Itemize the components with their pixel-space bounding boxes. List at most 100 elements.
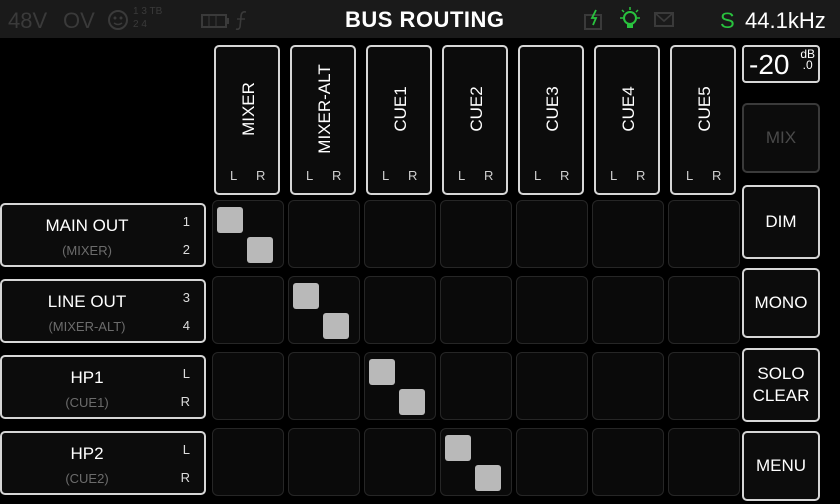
row-source: (MIXER) [62,243,112,258]
page-title: BUS ROUTING [345,7,505,32]
routing-cell[interactable] [288,276,360,344]
column-right-label: R [484,168,494,183]
routing-cell[interactable] [364,276,436,344]
column-left-label: L [610,168,618,183]
routing-cell[interactable] [440,428,512,496]
mono-button[interactable]: MONO [742,268,820,338]
routing-cell[interactable] [364,200,436,268]
column-name: CUE3 [543,86,562,132]
row-channel-1: 3 [182,290,190,305]
overload-indicator: OV [63,8,95,33]
column-right-label: R [636,168,646,183]
routing-cell[interactable] [212,276,284,344]
status-bar: 48V OV 1 3 TB 2 4 BUS ROUTING S 44.1kHz [0,0,840,38]
row-name: LINE OUT [47,292,127,311]
phantom-power-indicator: 48V [8,8,48,33]
row-channel-2: R [180,394,190,409]
column-left-label: L [382,168,390,183]
row-source: (CUE2) [65,471,109,486]
column-name: CUE1 [391,86,410,132]
row-header-hp2[interactable]: HP2 (CUE2) L R [0,431,206,495]
column-header-cue5[interactable]: CUE5 L R [670,45,736,195]
column-name: MIXER [239,82,258,136]
row-header-main-out[interactable]: MAIN OUT (MIXER) 1 2 [0,203,206,267]
input-link-icon [107,9,129,36]
row-header-hp1[interactable]: HP1 (CUE1) L R [0,355,206,419]
row-source: (CUE1) [65,395,109,410]
column-left-label: L [230,168,238,183]
routing-cell[interactable] [668,200,740,268]
routing-cell[interactable] [516,352,588,420]
routing-cell[interactable] [516,428,588,496]
routing-cell[interactable] [288,352,360,420]
lightbulb-icon [618,6,642,37]
battery-icon [200,9,230,36]
route-point-left [217,207,243,233]
power-charging-icon [583,9,605,36]
row-channel-1: L [182,366,190,381]
routing-cell[interactable] [668,352,740,420]
column-name: CUE4 [619,86,638,132]
menu-button[interactable]: MENU [742,431,820,501]
input-channels-top: 1 3 TB [133,6,163,17]
column-left-label: L [686,168,694,183]
routing-cell[interactable] [592,428,664,496]
route-point-right [247,237,273,263]
column-right-label: R [712,168,722,183]
mail-icon [653,9,675,34]
routing-cell[interactable] [516,276,588,344]
routing-cell[interactable] [592,352,664,420]
row-name: HP1 [70,368,104,387]
row-name: MAIN OUT [45,216,129,235]
level-unit: dB .0 [800,47,815,72]
column-header-cue2[interactable]: CUE2 L R [442,45,508,195]
routing-cell[interactable] [668,428,740,496]
row-header-line-out[interactable]: LINE OUT (MIXER-ALT) 3 4 [0,279,206,343]
dim-button[interactable]: DIM [742,185,820,259]
input-channels-bottom: 2 4 [133,19,147,30]
routing-cell[interactable] [364,352,436,420]
routing-cell[interactable] [592,200,664,268]
routing-cell[interactable] [592,276,664,344]
function-icon [234,9,250,36]
row-channel-2: R [180,470,190,485]
routing-cell[interactable] [288,428,360,496]
row-source: (MIXER-ALT) [48,319,126,334]
column-left-label: L [458,168,466,183]
column-right-label: R [408,168,418,183]
row-channel-2: 4 [182,318,190,333]
route-point-left [293,283,319,309]
column-right-label: R [560,168,570,183]
column-header-mixer-alt[interactable]: MIXER-ALT L R [290,45,356,195]
routing-cell[interactable] [212,428,284,496]
routing-cell[interactable] [440,200,512,268]
routing-cell[interactable] [364,428,436,496]
routing-cell[interactable] [668,276,740,344]
mix-button[interactable]: MIX [742,103,820,173]
column-header-cue3[interactable]: CUE3 L R [518,45,584,195]
solo-clear-label-2: CLEAR [752,386,810,405]
row-channel-2: 2 [182,242,190,257]
column-right-label: R [332,168,342,183]
routing-cell[interactable] [212,200,284,268]
column-name: MIXER-ALT [315,64,334,154]
routing-cell[interactable] [440,352,512,420]
row-name: HP2 [70,444,104,463]
routing-cell[interactable] [440,276,512,344]
route-point-right [399,389,425,415]
route-point-right [323,313,349,339]
level-value: -20 [749,49,790,80]
column-name: CUE5 [695,86,714,132]
s-indicator: S [720,8,735,33]
solo-clear-button[interactable]: SOLO CLEAR [742,348,820,422]
column-header-cue1[interactable]: CUE1 L R [366,45,432,195]
level-display[interactable]: -20 dB .0 [742,45,820,83]
sample-rate: 44.1kHz [745,8,826,33]
column-left-label: L [306,168,314,183]
routing-cell[interactable] [212,352,284,420]
column-header-mixer[interactable]: MIXER L R [214,45,280,195]
routing-cell[interactable] [516,200,588,268]
row-channel-1: 1 [182,214,190,229]
column-header-cue4[interactable]: CUE4 L R [594,45,660,195]
routing-cell[interactable] [288,200,360,268]
